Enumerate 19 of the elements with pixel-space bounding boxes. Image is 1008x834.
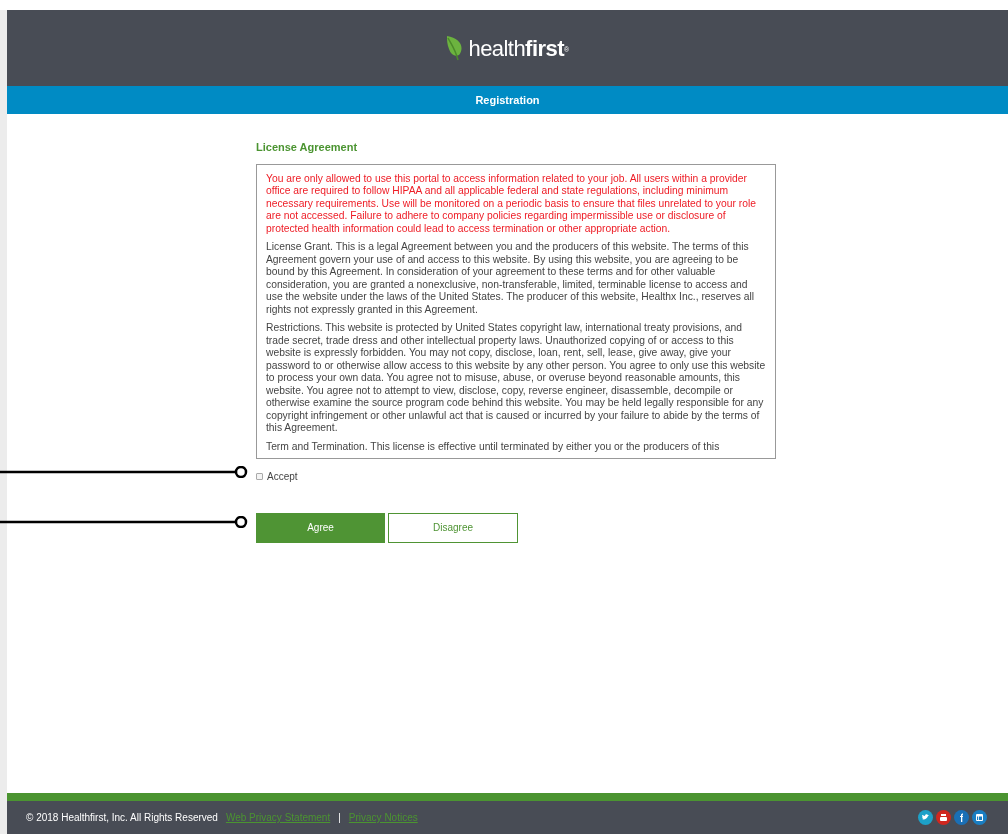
- facebook-icon[interactable]: [954, 810, 969, 825]
- terms-paragraph: Term and Termination. This license is effective until terminated by either you or the producers of this: [266, 440, 721, 453]
- youtube-icon[interactable]: [936, 810, 951, 825]
- agree-button[interactable]: Agree: [256, 512, 385, 543]
- accept-checkbox[interactable]: [256, 472, 263, 480]
- page-title: Registration: [475, 92, 540, 108]
- logo-wordmark: healthfirst$^{®}$: [468, 34, 569, 63]
- twitter-icon[interactable]: [918, 810, 933, 825]
- copyright-text: © 2018 Healthfirst, Inc. All Rights Reserved: [26, 811, 218, 825]
- footer-link[interactable]: Web Privacy Statement: [225, 810, 331, 825]
- link-separator: |: [338, 811, 341, 825]
- section-heading: License Agreement: [256, 140, 359, 155]
- checkbox-label: Accept: [267, 469, 298, 484]
- disagree-button[interactable]: Disagree: [388, 512, 518, 543]
- warning-paragraph: You are only allowed to use this portal to access information related to your job. All users within a provider office are required to follow HIPAA and all applicable federal and state regulations, including minimum necessary requirements. Use will be monitored on a periodic basis to ensure that files unrelated to your role are not accessed. Failure to adhere to company policies regarding impermissible use or disclosure of protected health information could lead to access termination or other appropriate action.: [266, 172, 757, 235]
- linkedin-icon[interactable]: [972, 810, 987, 825]
- terms-paragraph: Restrictions. This website is protected by United States copyright law, international treaty provisions, and trade secret, trade dress and other intellectual property laws. Unauthorized copying of or access to this website is expressly forbidden. You may not copy, disclose, loan, rent, sell, lease, give away, give your password to or otherwise allow access to this website by any other person. You agree to only use this website to process your own data. You agree not to misuse, abuse, or overuse beyond reasonable amounts, this website. You agree not to attempt to view, disclose, copy, reverse engineer, disassemble, decompile or otherwise examine the source program code behind this website. You may be held legally responsible for any copyright infringement or other unlawful act that is caused or incurred by your failure to abide by the terms of this Agreement.: [266, 322, 766, 435]
- footer-link[interactable]: Privacy Notices: [348, 810, 418, 825]
- terms-paragraph: License Grant. This is a legal Agreement between you and the producers of this website. The terms of this Agreement govern your use of and access to this website. By using this website, you are agreeing to be bound by this Agreement. In consideration of your agreement to these terms and for other valuable consideration, you are granted a nonexclusive, non-transferable, limited, terminable license to access and use the website under the laws of the United States. The producer of this website, Healthx Inc., reserves all rights not expressly granted in this Agreement.: [266, 241, 756, 316]
